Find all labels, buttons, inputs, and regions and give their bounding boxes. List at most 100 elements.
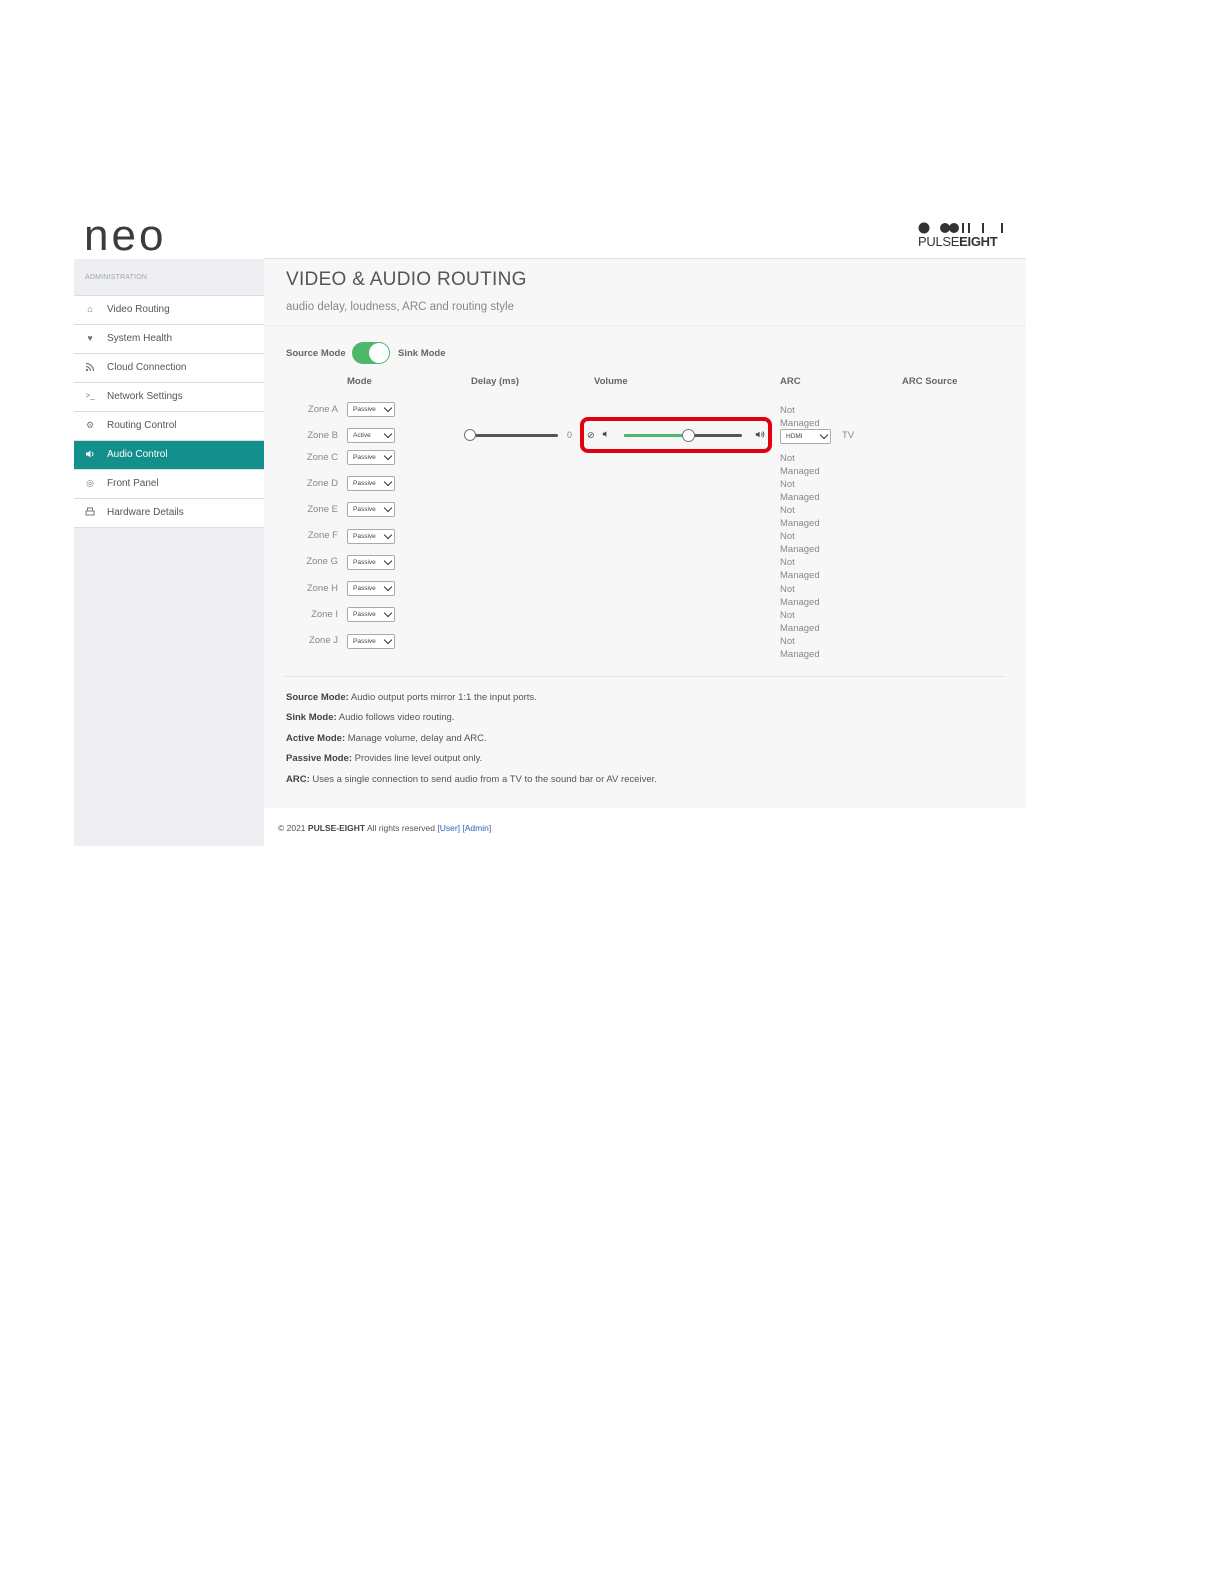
arc-status-line: Managed (780, 570, 820, 581)
arc-status-line: Not (780, 584, 795, 595)
legend-line: Source Mode: Audio output ports mirror 1… (286, 692, 537, 703)
arc-status-line: Managed (780, 518, 820, 529)
zone-a-mode-select[interactable]: Passive (347, 402, 395, 417)
mute-icon[interactable]: ⊘ (587, 430, 595, 440)
sidebar-item-network-settings[interactable]: >_ Network Settings (74, 383, 264, 412)
zone-b-arc-select[interactable]: HDMI (780, 429, 831, 444)
zone-f-mode-select[interactable]: Passive (347, 529, 395, 544)
volume-slider-handle[interactable] (681, 429, 695, 442)
zone-c-mode-select[interactable]: Passive (347, 450, 395, 465)
arc-status: Not Managed (780, 478, 820, 504)
sidebar-item-audio-control[interactable]: Audio Control (74, 441, 264, 470)
legend-text: Uses a single connection to send audio f… (309, 774, 657, 785)
neo-logo[interactable]: neo (84, 214, 166, 258)
arc-status-line: Not (780, 531, 795, 542)
arc-status: Not Managed (780, 635, 820, 661)
arc-status-line: Managed (780, 492, 820, 503)
sidebar-item-routing-control[interactable]: ⚙ Routing Control (74, 412, 264, 441)
legend-line: Sink Mode: Audio follows video routing. (286, 712, 454, 723)
select-value: Passive (353, 480, 376, 487)
zone-label: Zone H (306, 583, 338, 594)
footer-company: PULSE-EIGHT (307, 823, 366, 833)
arc-status-line: Not (780, 479, 795, 490)
top-bar: PULSEEIGHT (264, 210, 1026, 259)
volume-down-icon[interactable] (602, 430, 610, 440)
logo-area: neo (74, 210, 265, 259)
zone-h-mode-select[interactable]: Passive (347, 581, 395, 596)
zone-label: Zone C (306, 452, 338, 463)
arc-status-line: Managed (780, 649, 820, 660)
select-value: Passive (353, 533, 376, 540)
arc-status-line: Not (780, 505, 795, 516)
printer-icon (85, 507, 95, 517)
sidebar-item-label: System Health (107, 333, 173, 344)
arc-source-value: TV (842, 430, 855, 441)
delay-slider-track[interactable] (470, 434, 558, 437)
arc-status-line: Managed (780, 597, 820, 608)
delay-value: 0 (567, 430, 573, 440)
chevron-down-icon (383, 429, 393, 439)
admin-link[interactable]: [Admin] (462, 823, 491, 833)
brand-word-light: PULSE (918, 234, 960, 249)
legend-divider (284, 676, 1006, 677)
select-value: Passive (353, 454, 376, 461)
delay-slider-handle[interactable] (464, 429, 476, 441)
zone-d-mode-select[interactable]: Passive (347, 476, 395, 491)
legend-text: Audio output ports mirror 1:1 the input … (348, 692, 537, 703)
arc-status: Not Managed (780, 583, 820, 609)
sidebar-item-video-routing[interactable]: ⌂ Video Routing (74, 296, 264, 325)
zone-label: Zone B (307, 430, 338, 441)
arc-status: Not Managed (780, 452, 820, 478)
app-window: neo ADMINISTRATION ⌂ Video Routing ♥ Sys… (74, 210, 1026, 846)
sidebar-item-front-panel[interactable]: ◎ Front Panel (74, 470, 264, 499)
chevron-down-icon (383, 451, 393, 461)
sidebar-item-system-health[interactable]: ♥ System Health (74, 325, 264, 354)
volume-up-icon[interactable] (755, 430, 765, 441)
zone-label: Zone A (307, 404, 338, 415)
column-header-volume: Volume (594, 376, 628, 387)
select-value: Passive (353, 506, 376, 513)
arc-status-line: Managed (780, 623, 820, 634)
brand-word-bold: EIGHT (959, 234, 998, 249)
pulse-eight-logo[interactable]: PULSEEIGHT (918, 222, 1006, 249)
column-header-mode: Mode (347, 376, 372, 387)
sidebar-item-label: Hardware Details (107, 507, 184, 518)
zone-b-mode-select[interactable]: Active (347, 428, 395, 443)
footer: © 2021 PULSE-EIGHT All rights reserved [… (264, 808, 1026, 846)
home-icon: ⌂ (87, 304, 93, 314)
chevron-down-icon (383, 635, 393, 645)
sidebar-item-label: Cloud Connection (107, 362, 187, 373)
sidebar-nav: ADMINISTRATION ⌂ Video Routing ♥ System … (74, 259, 264, 846)
sidebar-header: ADMINISTRATION (74, 259, 264, 296)
chevron-down-icon (383, 503, 393, 513)
zone-e-mode-select[interactable]: Passive (347, 502, 395, 517)
user-link[interactable]: [User] (437, 823, 460, 833)
brand-dots-icon (918, 222, 1003, 234)
source-sink-toggle[interactable] (352, 342, 390, 364)
legend-text: Provides line level output only. (352, 753, 483, 764)
zone-g-mode-select[interactable]: Passive (347, 555, 395, 570)
legend-term: Passive Mode: (286, 753, 352, 764)
zone-j-mode-select[interactable]: Passive (347, 634, 395, 649)
sidebar-item-cloud-connection[interactable]: Cloud Connection (74, 354, 264, 383)
footer-copyright: © 2021 (278, 823, 308, 833)
zone-label: Zone G (306, 556, 338, 567)
chevron-down-icon (383, 582, 393, 592)
footer-text: © 2021 PULSE-EIGHT All rights reserved [… (278, 823, 491, 833)
arc-status-line: Not (780, 636, 795, 647)
sidebar-item-hardware-details[interactable]: Hardware Details (74, 499, 264, 528)
arc-status-line: Not (780, 405, 795, 416)
select-value: Active (353, 432, 371, 439)
legend-term: Source Mode: (286, 692, 349, 703)
rss-icon (85, 362, 95, 372)
arc-status-line: Not (780, 453, 795, 464)
sidebar-item-label: Audio Control (107, 449, 168, 460)
main-content: VIDEO & AUDIO ROUTING audio delay, loudn… (264, 259, 1026, 809)
heart-icon: ♥ (87, 333, 93, 343)
sidebar: neo ADMINISTRATION ⌂ Video Routing ♥ Sys… (74, 210, 265, 846)
zone-i-mode-select[interactable]: Passive (347, 607, 395, 622)
arc-status: Not Managed (780, 556, 820, 582)
source-mode-label: Source Mode (286, 348, 346, 359)
select-value: Passive (353, 585, 376, 592)
legend-line: ARC: Uses a single connection to send au… (286, 774, 657, 785)
